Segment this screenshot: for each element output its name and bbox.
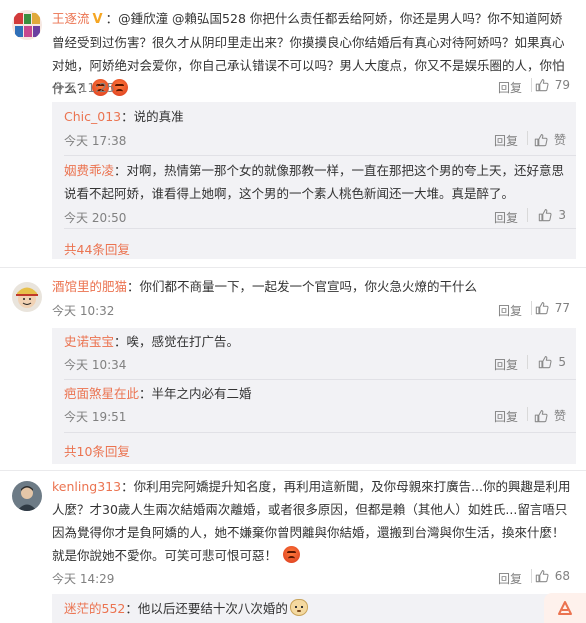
divider <box>64 379 576 380</box>
reply-meta: 今天 10:34 回复 5 <box>64 354 566 374</box>
reply-text: ：唉，感觉在打广告。 <box>114 334 240 349</box>
thumbs-up-icon <box>539 209 552 222</box>
reply-list: 史诺宝宝：唉，感觉在打广告。 今天 10:34 回复 5 疤面煞星在此：半年之内… <box>52 328 576 464</box>
reply-list: Chic_013：说的真准 今天 17:38 回复 赞 姻费乖凌：对啊，热情第一… <box>52 102 576 259</box>
more-replies-link[interactable]: 共44条回复 <box>64 239 130 258</box>
reply-text: ：对啊，热情第一那个女的就像那教一样，一直在那把这个男的夸上天，还好意思说看不起… <box>64 163 565 201</box>
username-link[interactable]: 王逐流 <box>52 11 90 26</box>
reply-button[interactable]: 回复 <box>494 408 518 425</box>
like-count: 赞 <box>553 133 566 147</box>
username-link[interactable]: kenling313 <box>52 479 121 494</box>
reply-body: Chic_013：说的真准 <box>64 105 569 128</box>
thumbs-up-icon <box>534 133 548 146</box>
like-button[interactable]: 赞 <box>534 407 566 424</box>
timestamp: 今天 19:51 <box>64 410 127 424</box>
reply-body: 姻费乖凌：对啊，热情第一那个女的就像那教一样，一直在那把这个男的夸上天，还好意思… <box>64 159 569 205</box>
comment-item: 王逐流 V ：@鍾欣潼 @賴弘国528 你把什么责任都丢给阿娇，你还是男人吗？你不知… <box>0 0 586 259</box>
reply-button[interactable]: 回复 <box>494 132 518 149</box>
divider <box>531 301 532 315</box>
username-link[interactable]: 迷茫的552 <box>64 601 125 616</box>
like-count: 5 <box>558 355 566 369</box>
avatar[interactable] <box>12 10 42 40</box>
thumbs-up-icon <box>534 409 548 422</box>
reply-body: 史诺宝宝：唉，感觉在打广告。 <box>64 330 569 353</box>
username-link[interactable]: 史诺宝宝 <box>64 334 114 349</box>
like-count: 68 <box>554 569 570 583</box>
divider <box>64 155 576 156</box>
divider <box>527 131 528 145</box>
avatar[interactable] <box>12 481 42 511</box>
share-icon <box>558 601 572 615</box>
thumbs-up-icon <box>535 302 549 315</box>
like-button[interactable]: 3 <box>538 208 566 222</box>
more-replies-link[interactable]: 共10条回复 <box>64 441 130 460</box>
timestamp: 今天 14:29 <box>52 572 115 586</box>
thumbs-up-icon <box>535 570 549 583</box>
divider <box>531 78 532 92</box>
avatar[interactable] <box>12 282 42 312</box>
like-button[interactable]: 5 <box>538 355 566 369</box>
divider <box>527 208 528 222</box>
thumbs-up-icon <box>539 356 552 369</box>
thumbs-up-icon <box>535 79 549 92</box>
reply-text: ：半年之内必有二婚 <box>139 386 252 401</box>
username-link[interactable]: 姻费乖凌 <box>64 163 114 178</box>
comment-text: ：你们都不商量一下，一起发一个官宣吗，你火急火燎的干什么 <box>127 279 478 294</box>
share-button[interactable] <box>544 593 586 623</box>
comment-body: kenling313：你利用完阿嬌提升知名度，再利用這新聞，及你母親來打廣告..… <box>52 475 572 567</box>
verified-icon: V <box>92 12 103 27</box>
timestamp: 今天 10:32 <box>52 304 115 318</box>
like-count: 3 <box>558 208 566 222</box>
username-link[interactable]: 疤面煞星在此 <box>64 386 139 401</box>
comment-text: ：你利用完阿嬌提升知名度，再利用這新聞，及你母親來打廣告...你的興趣是利用人麼… <box>52 479 571 563</box>
reply-button[interactable]: 回复 <box>498 570 522 587</box>
username-link[interactable]: 酒馆里的肥猫 <box>52 279 127 294</box>
comment-meta: 今天 10:32 回复 77 <box>52 300 576 320</box>
divider <box>527 355 528 369</box>
timestamp: 今天 11:25 <box>52 81 115 95</box>
comment-meta: 今天 14:29 回复 68 <box>52 568 576 588</box>
username-link[interactable]: Chic_013 <box>64 109 121 124</box>
like-button[interactable]: 79 <box>535 78 570 92</box>
timestamp: 今天 20:50 <box>64 211 127 225</box>
divider <box>531 569 532 583</box>
reply-body: 疤面煞星在此：半年之内必有二婚 <box>64 382 569 405</box>
reply-button[interactable]: 回复 <box>498 302 522 319</box>
like-button[interactable]: 赞 <box>534 131 566 148</box>
reply-body: 迷茫的552：他以后还要结十次八次婚的 <box>64 597 569 620</box>
like-count: 77 <box>554 301 570 315</box>
like-button[interactable]: 77 <box>535 301 570 315</box>
reply-button[interactable]: 回复 <box>494 356 518 373</box>
comment-body: 酒馆里的肥猫：你们都不商量一下，一起发一个官宣吗，你火急火燎的干什么 <box>52 275 572 298</box>
timestamp: 今天 17:38 <box>64 134 127 148</box>
reply-meta: 今天 20:50 回复 3 <box>64 207 566 227</box>
reply-text: ：他以后还要结十次八次婚的 <box>125 601 288 616</box>
comment-item: 酒馆里的肥猫：你们都不商量一下，一起发一个官宣吗，你火急火燎的干什么 今天 10… <box>0 268 586 468</box>
like-count: 赞 <box>553 409 566 423</box>
reply-text: ：说的真准 <box>121 109 184 124</box>
divider <box>64 432 576 433</box>
comment-meta: 今天 11:25 回复 79 <box>52 77 576 97</box>
reply-meta: 今天 17:38 回复 赞 <box>64 130 566 150</box>
reply-button[interactable]: 回复 <box>494 209 518 226</box>
divider <box>64 228 576 229</box>
reply-list: 迷茫的552：他以后还要结十次八次婚的 <box>52 594 576 623</box>
like-button[interactable]: 68 <box>535 569 570 583</box>
reply-button[interactable]: 回复 <box>498 79 522 96</box>
angry-face-emoji <box>283 546 301 563</box>
timestamp: 今天 10:34 <box>64 358 127 372</box>
dog-face-emoji <box>289 599 308 616</box>
reply-meta: 今天 19:51 回复 赞 <box>64 406 566 426</box>
divider <box>527 407 528 421</box>
comment-item: kenling313：你利用完阿嬌提升知名度，再利用這新聞，及你母親來打廣告..… <box>0 471 586 623</box>
like-count: 79 <box>554 78 570 92</box>
